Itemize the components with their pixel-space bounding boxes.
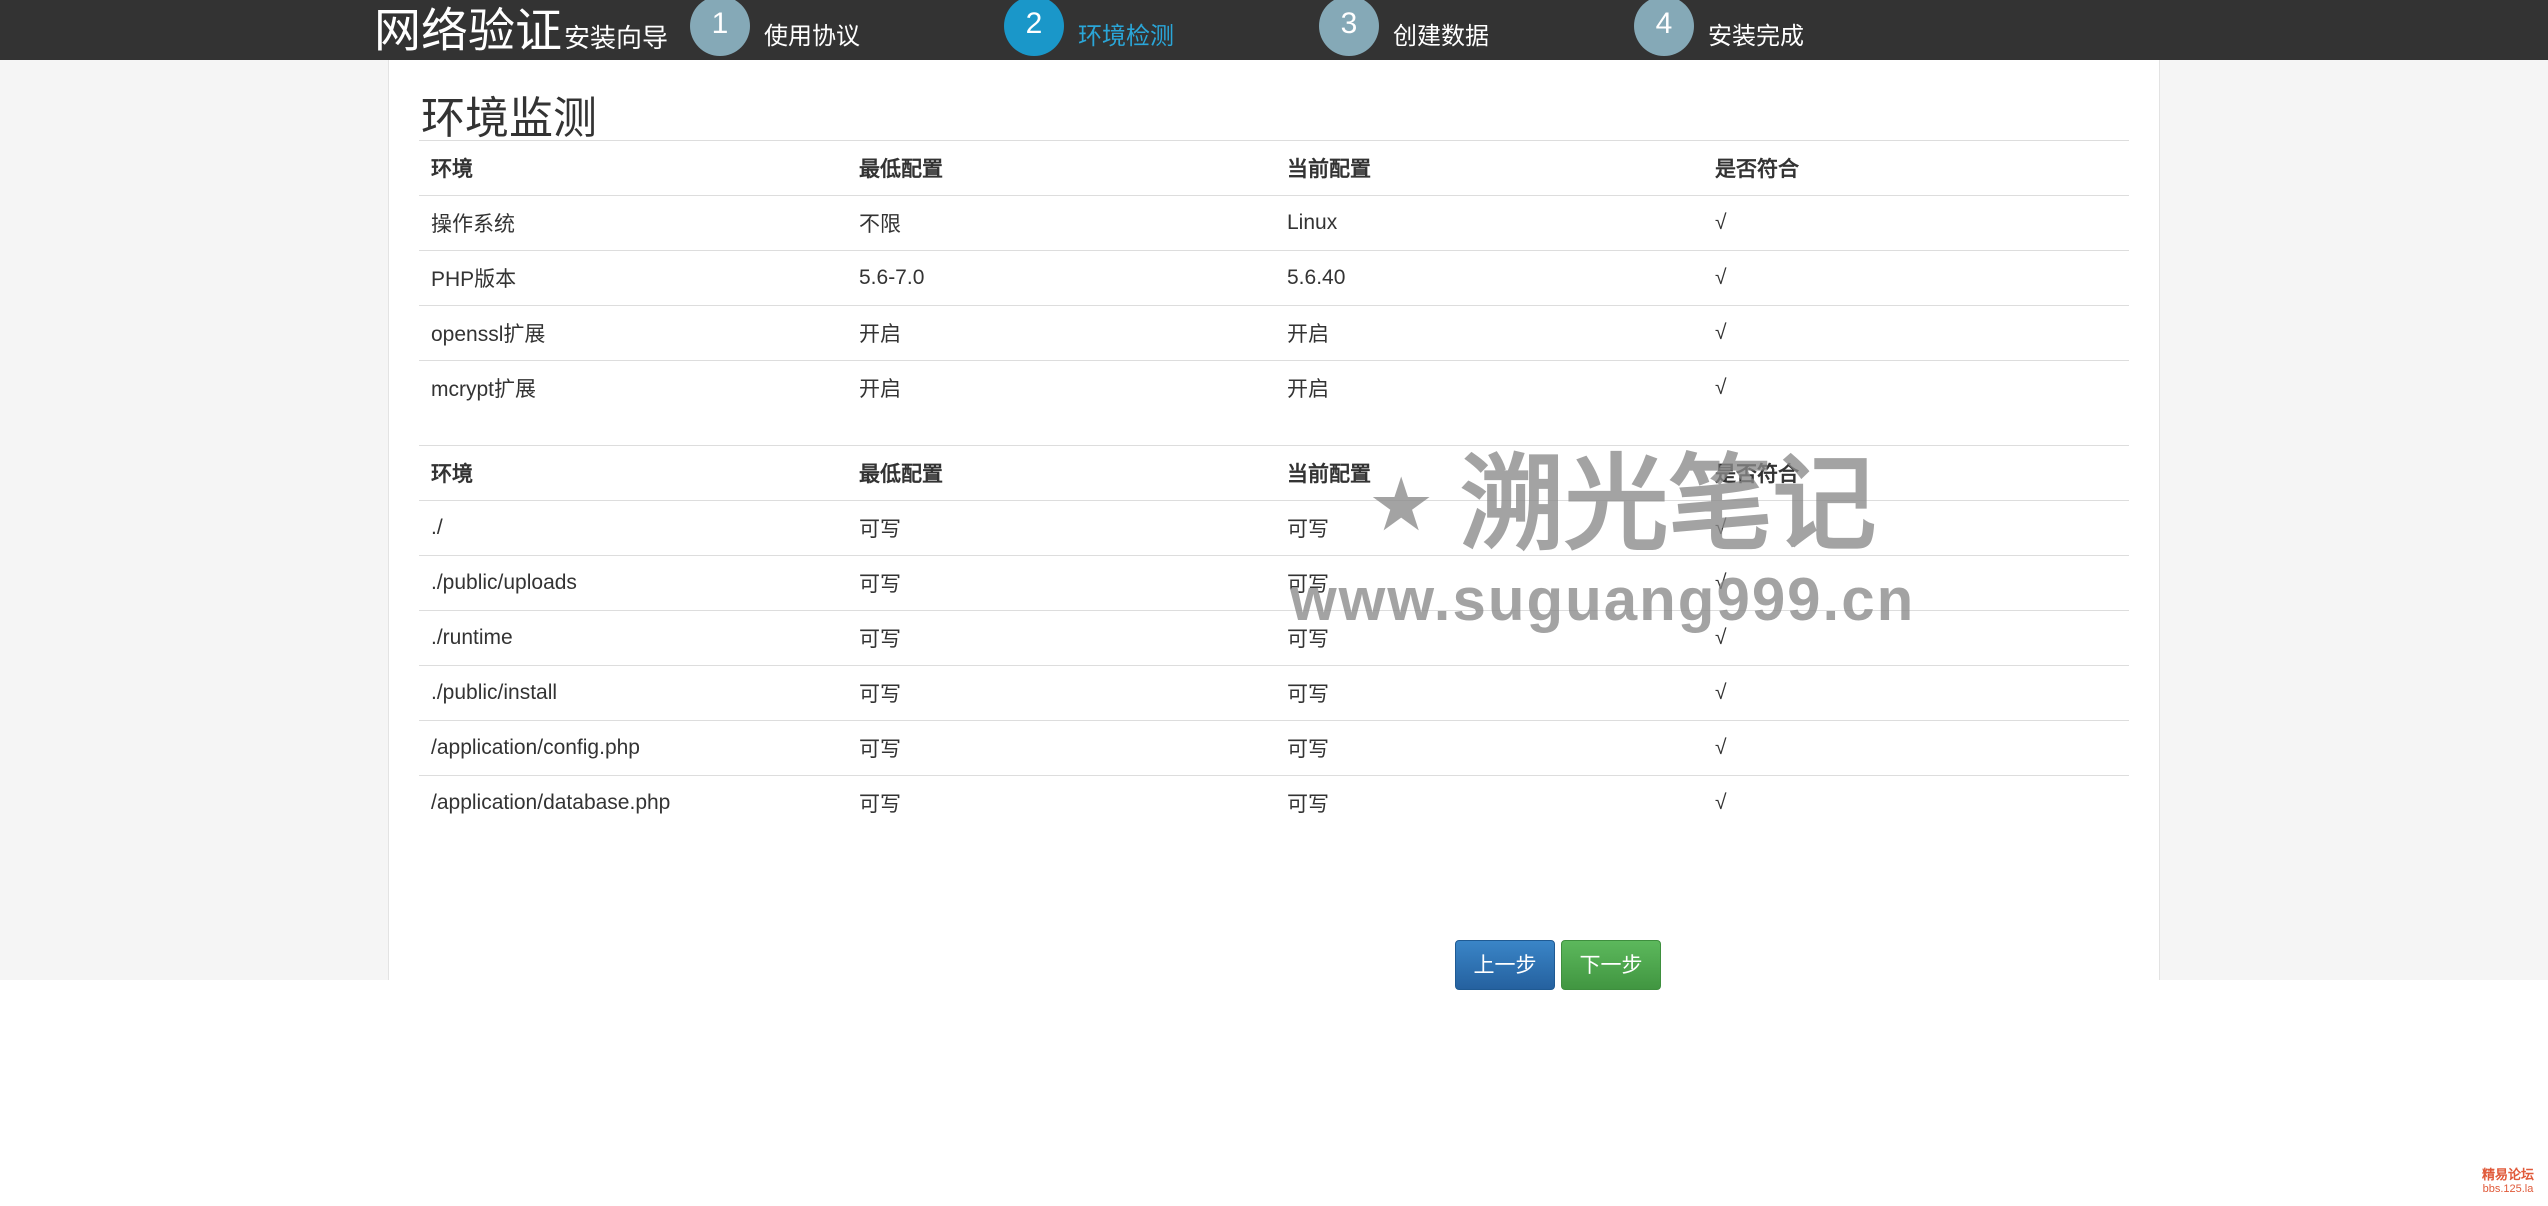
table-row: PHP版本 5.6-7.0 5.6.40 √ xyxy=(419,250,2129,306)
column-header-passed: 是否符合 xyxy=(1703,140,2129,196)
cell-passed: √ xyxy=(1703,775,2129,830)
cell-environment: 操作系统 xyxy=(419,195,847,251)
table-row: openssl扩展 开启 开启 √ xyxy=(419,305,2129,361)
cell-minimum: 可写 xyxy=(847,775,1275,830)
table-row: /application/database.php 可写 可写 √ xyxy=(419,775,2129,830)
page-title: 环境监测 xyxy=(421,94,597,143)
corner-logo-title: 精易论坛 xyxy=(2481,1167,2534,1182)
cell-path: ./ xyxy=(419,500,847,556)
cell-minimum: 开启 xyxy=(847,305,1275,361)
table-header-row: 环境 最低配置 当前配置 是否符合 xyxy=(419,140,2129,196)
column-header-environment: 环境 xyxy=(419,140,847,196)
column-header-minimum: 最低配置 xyxy=(847,140,1275,196)
step-3-number: 3 xyxy=(1319,0,1379,56)
column-header-environment: 环境 xyxy=(419,445,847,501)
brand-subtitle: 安装向导 xyxy=(564,23,669,53)
cell-current: 可写 xyxy=(1275,610,1703,666)
table-row: ./public/install 可写 可写 √ xyxy=(419,665,2129,721)
cell-minimum: 不限 xyxy=(847,195,1275,251)
cell-current: 可写 xyxy=(1275,720,1703,776)
previous-step-button[interactable]: 上一步 xyxy=(1455,940,1555,990)
step-2-number: 2 xyxy=(1004,0,1064,56)
cell-current: 可写 xyxy=(1275,500,1703,556)
step-4: 4 安装完成 xyxy=(1634,0,1804,60)
corner-logo: 精易论坛 bbs.125.la xyxy=(2482,1168,2534,1196)
step-1: 1 使用协议 xyxy=(690,0,860,60)
table-row: ./ 可写 可写 √ xyxy=(419,500,2129,556)
next-step-button[interactable]: 下一步 xyxy=(1561,940,1661,990)
table-row: ./runtime 可写 可写 √ xyxy=(419,610,2129,666)
cell-passed: √ xyxy=(1703,360,2129,415)
cell-path: /application/config.php xyxy=(419,720,847,776)
cell-minimum: 开启 xyxy=(847,360,1275,415)
cell-current: 5.6.40 xyxy=(1275,250,1703,306)
table-row: mcrypt扩展 开启 开启 √ xyxy=(419,360,2129,415)
cell-current: 开启 xyxy=(1275,305,1703,361)
brand-title: 网络验证 xyxy=(374,4,562,57)
cell-passed: √ xyxy=(1703,250,2129,306)
cell-minimum: 可写 xyxy=(847,500,1275,556)
cell-environment: mcrypt扩展 xyxy=(419,360,847,415)
table-row: /application/config.php 可写 可写 √ xyxy=(419,720,2129,776)
cell-passed: √ xyxy=(1703,555,2129,611)
step-3: 3 创建数据 xyxy=(1319,0,1489,60)
brand: 网络验证 安装向导 xyxy=(374,2,668,60)
cell-minimum: 5.6-7.0 xyxy=(847,250,1275,306)
cell-current: 可写 xyxy=(1275,775,1703,830)
column-header-minimum: 最低配置 xyxy=(847,445,1275,501)
cell-path: ./public/install xyxy=(419,665,847,721)
cell-path: ./public/uploads xyxy=(419,555,847,611)
table-row: 操作系统 不限 Linux √ xyxy=(419,195,2129,251)
cell-minimum: 可写 xyxy=(847,610,1275,666)
cell-environment: openssl扩展 xyxy=(419,305,847,361)
cell-passed: √ xyxy=(1703,665,2129,721)
corner-logo-url: bbs.125.la xyxy=(2482,1183,2534,1195)
cell-passed: √ xyxy=(1703,720,2129,776)
table-row: ./public/uploads 可写 可写 √ xyxy=(419,555,2129,611)
cell-minimum: 可写 xyxy=(847,665,1275,721)
cell-current: 可写 xyxy=(1275,665,1703,721)
column-header-current: 当前配置 xyxy=(1275,445,1703,501)
cell-minimum: 可写 xyxy=(847,720,1275,776)
cell-passed: √ xyxy=(1703,500,2129,556)
top-navbar: 网络验证 安装向导 1 使用协议 2 环境检测 3 创建数据 4 安装完成 xyxy=(0,0,2548,60)
table-header-row: 环境 最低配置 当前配置 是否符合 xyxy=(419,445,2129,501)
cell-path: ./runtime xyxy=(419,610,847,666)
step-1-number: 1 xyxy=(690,0,750,56)
column-header-current: 当前配置 xyxy=(1275,140,1703,196)
cell-current: Linux xyxy=(1275,195,1703,251)
step-2: 2 环境检测 xyxy=(1004,0,1174,60)
cell-path: /application/database.php xyxy=(419,775,847,830)
cell-passed: √ xyxy=(1703,195,2129,251)
cell-minimum: 可写 xyxy=(847,555,1275,611)
cell-current: 开启 xyxy=(1275,360,1703,415)
cell-passed: √ xyxy=(1703,305,2129,361)
permissions-table: 环境 最低配置 当前配置 是否符合 ./ 可写 可写 √ ./public/up… xyxy=(419,445,2129,830)
column-header-passed: 是否符合 xyxy=(1703,445,2129,501)
environment-table: 环境 最低配置 当前配置 是否符合 操作系统 不限 Linux √ PHP版本 … xyxy=(419,140,2129,415)
step-4-number: 4 xyxy=(1634,0,1694,56)
cell-environment: PHP版本 xyxy=(419,250,847,306)
cell-current: 可写 xyxy=(1275,555,1703,611)
main-panel: 环境监测 环境 最低配置 当前配置 是否符合 操作系统 不限 Linux √ P… xyxy=(388,60,2160,990)
cell-passed: √ xyxy=(1703,610,2129,666)
